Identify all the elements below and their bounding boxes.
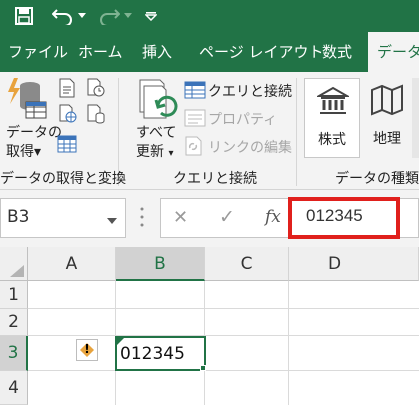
undo-dropdown-icon[interactable] bbox=[76, 4, 88, 28]
get-data-icon[interactable] bbox=[4, 76, 50, 124]
refresh-all-icon[interactable] bbox=[136, 78, 180, 124]
ribbon-gallery-scroll[interactable] bbox=[412, 78, 419, 158]
enter-icon[interactable]: ✓ bbox=[219, 206, 235, 228]
formula-value-highlight: 012345 bbox=[288, 197, 400, 239]
undo-icon[interactable] bbox=[50, 4, 76, 28]
save-icon[interactable] bbox=[12, 4, 36, 28]
row-header-3[interactable]: 3 bbox=[0, 336, 28, 371]
quick-access-toolbar bbox=[0, 0, 419, 32]
name-box[interactable]: B3 bbox=[0, 198, 126, 238]
tab-formulas[interactable]: 数式 bbox=[322, 32, 352, 72]
stocks-button[interactable]: 株式 bbox=[304, 78, 360, 158]
refresh-all-label-2: 更新 bbox=[136, 144, 164, 160]
chevron-down-icon[interactable] bbox=[107, 210, 117, 229]
formula-value[interactable]: 012345 bbox=[306, 206, 363, 226]
recent-sources-icon[interactable] bbox=[86, 78, 106, 98]
cell-b3[interactable]: 012345 bbox=[115, 336, 206, 371]
tab-home[interactable]: ホーム bbox=[78, 32, 123, 72]
row-header-2[interactable]: 2 bbox=[0, 309, 28, 336]
edit-links-icon bbox=[184, 136, 206, 156]
geography-label: 地理 bbox=[373, 131, 401, 147]
warning-glyph: ! bbox=[84, 342, 90, 356]
edit-links-button: リンクの編集 bbox=[208, 140, 292, 156]
properties-icon bbox=[184, 108, 206, 128]
fill-handle[interactable] bbox=[200, 365, 206, 371]
customize-qat-icon[interactable] bbox=[142, 4, 160, 28]
gridline bbox=[28, 370, 419, 371]
tab-insert[interactable]: 挿入 bbox=[142, 32, 172, 72]
chevron-down-icon: ▾ bbox=[168, 148, 174, 159]
column-header-b[interactable]: B bbox=[116, 247, 205, 281]
from-table-icon[interactable] bbox=[57, 134, 77, 154]
row-header-1[interactable]: 1 bbox=[0, 281, 28, 309]
ribbon: データの 取得▾ すべて 更新 ▾ クエリと接続 プロパティ リンクの編集 株式… bbox=[0, 72, 419, 190]
stocks-label: 株式 bbox=[318, 132, 346, 148]
bank-icon bbox=[315, 85, 351, 121]
geography-button[interactable]: 地理 bbox=[362, 78, 412, 158]
group-label-data-types: データの種類 bbox=[335, 171, 419, 187]
tab-data[interactable]: データ bbox=[368, 32, 419, 72]
refresh-all-button[interactable]: 更新 ▾ bbox=[136, 141, 173, 161]
gridline bbox=[28, 308, 419, 309]
formula-bar-resize-handle[interactable] bbox=[140, 206, 144, 232]
formula-bar: B3 ✕ ✓ fx 012345 bbox=[0, 190, 419, 247]
row-header-4[interactable]: 4 bbox=[0, 371, 28, 405]
group-separator bbox=[296, 78, 297, 186]
error-checking-button[interactable]: ! bbox=[76, 339, 98, 361]
get-data-label-1[interactable]: データの bbox=[6, 122, 62, 142]
queries-connections-icon[interactable] bbox=[184, 80, 206, 100]
select-all-corner[interactable] bbox=[0, 247, 28, 281]
tab-page-layout[interactable]: ページ レイアウト bbox=[199, 32, 323, 72]
ribbon-tabs: ファイル ホーム 挿入 ページ レイアウト 数式 データ bbox=[0, 32, 419, 72]
cancel-icon[interactable]: ✕ bbox=[173, 207, 188, 228]
group-label-queries: クエリと接続 bbox=[173, 171, 257, 187]
column-header-a[interactable]: A bbox=[28, 247, 116, 281]
cell-b3-value: 012345 bbox=[120, 344, 185, 364]
gridline bbox=[28, 335, 419, 336]
group-label-get-transform: データの取得と変換 bbox=[0, 171, 126, 187]
gridline bbox=[288, 281, 289, 405]
get-data-label-2[interactable]: 取得▾ bbox=[6, 141, 41, 161]
refresh-all-label-1[interactable]: すべて bbox=[136, 122, 176, 142]
name-box-value: B3 bbox=[7, 207, 30, 227]
worksheet-grid: A B C D 1 2 3 4 ! 012345 bbox=[0, 247, 419, 405]
map-icon bbox=[370, 84, 404, 120]
tab-file[interactable]: ファイル bbox=[8, 32, 68, 72]
redo-dropdown-icon bbox=[122, 4, 134, 28]
properties-button: プロパティ bbox=[208, 112, 278, 128]
fx-icon[interactable]: fx bbox=[265, 207, 281, 227]
queries-connections-button[interactable]: クエリと接続 bbox=[208, 81, 292, 101]
redo-icon bbox=[96, 4, 122, 28]
existing-connections-icon[interactable] bbox=[86, 104, 106, 124]
excel-window: ファイル ホーム 挿入 ページ レイアウト 数式 データ データの 取得▾ すべ… bbox=[0, 0, 419, 405]
from-web-icon[interactable] bbox=[58, 104, 78, 124]
column-header-d[interactable]: D bbox=[289, 247, 419, 281]
from-text-icon[interactable] bbox=[58, 78, 76, 98]
column-header-c[interactable]: C bbox=[205, 247, 289, 281]
